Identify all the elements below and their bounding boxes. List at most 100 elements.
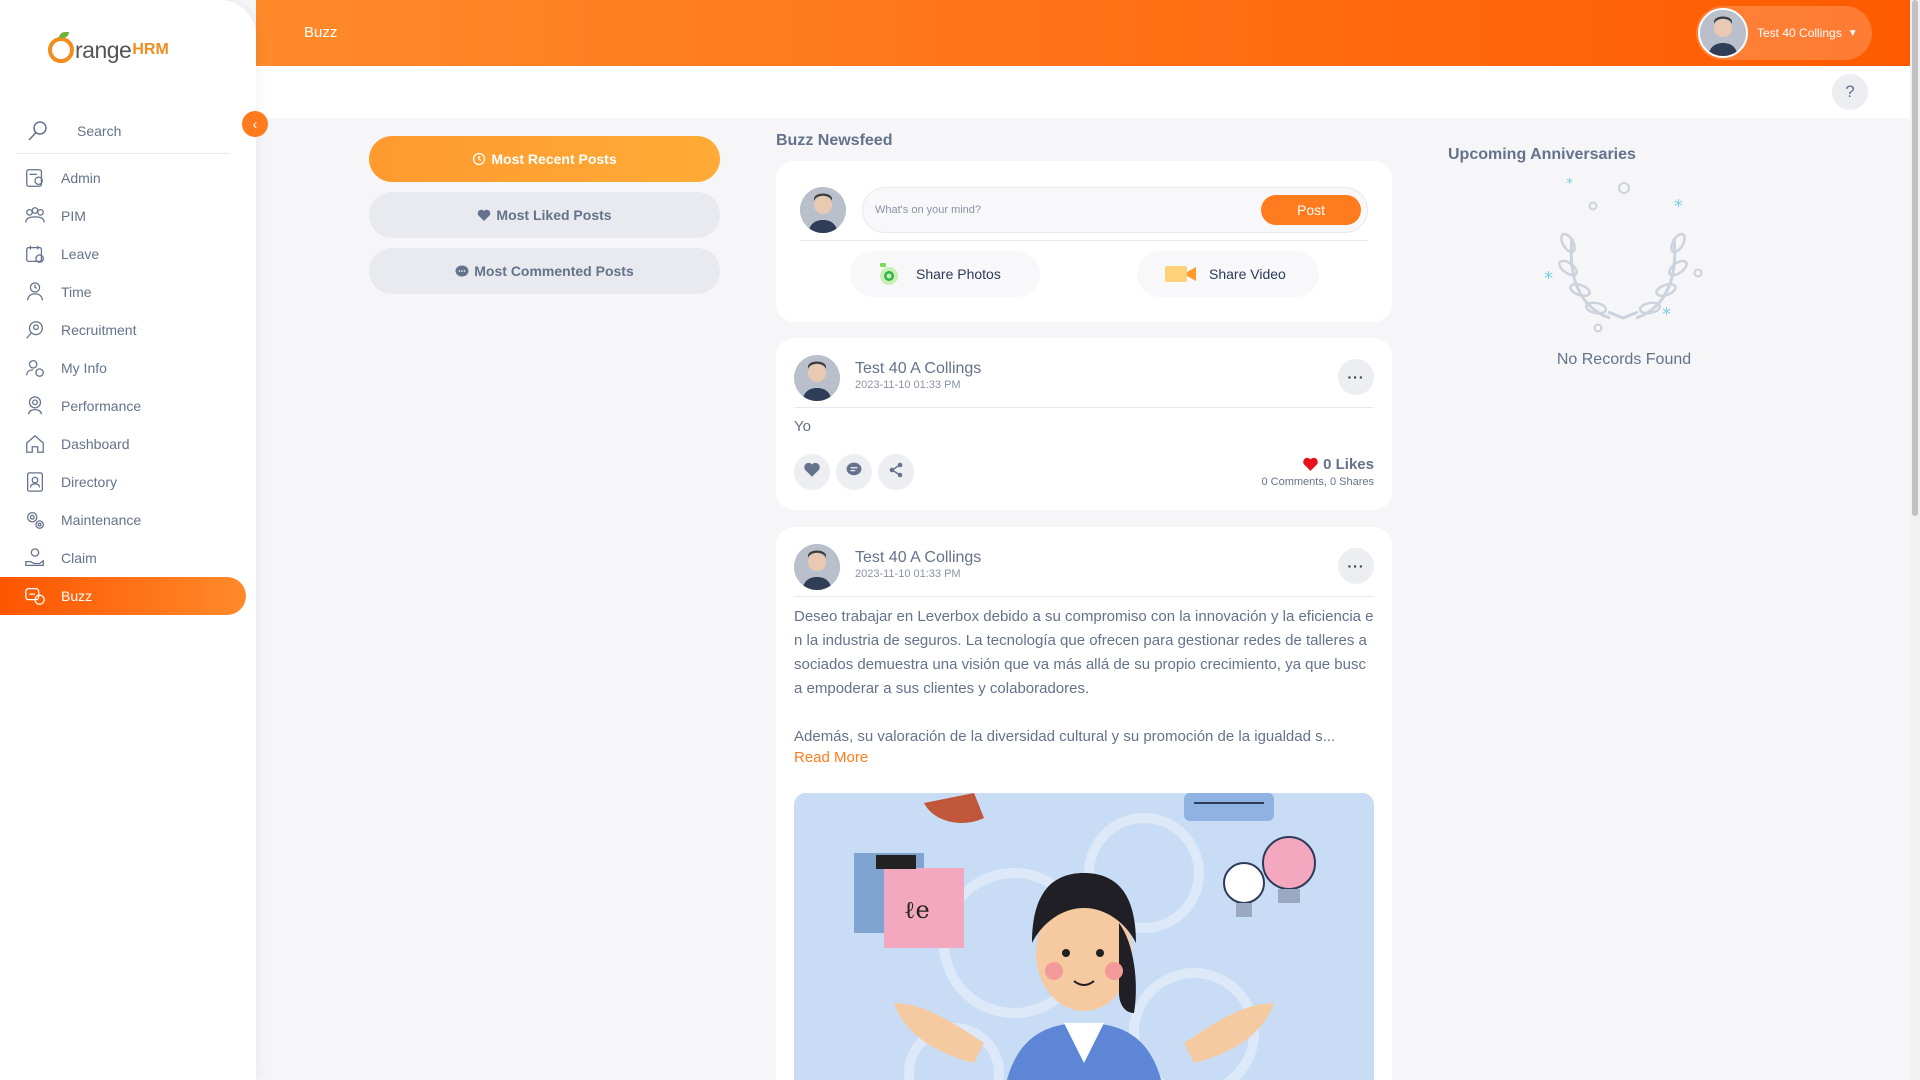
post-stats: 0 Likes 0 Comments, 0 Shares — [1261, 456, 1374, 488]
no-records-text: No Records Found — [1556, 351, 1692, 368]
most-recent-posts-button[interactable]: Most Recent Posts — [369, 136, 720, 182]
sidebar-item-label: PIM — [61, 208, 86, 224]
post-composer: What's on your mind? Post Share Photos S… — [776, 161, 1392, 322]
video-camera-icon — [1165, 264, 1197, 284]
avatar — [800, 187, 846, 233]
scrollbar-thumb[interactable] — [1912, 0, 1918, 516]
sidebar-item-performance[interactable]: Performance — [0, 387, 256, 425]
chevron-left-icon: ‹ — [252, 116, 258, 132]
post-options-button[interactable]: ··· — [1338, 548, 1374, 584]
claim-icon — [20, 543, 50, 573]
read-more-link[interactable]: Read More — [794, 749, 868, 766]
post-input-placeholder: What's on your mind? — [875, 204, 982, 216]
logo-text: range — [75, 36, 132, 63]
most-commented-posts-button[interactable]: Most Commented Posts — [369, 248, 720, 294]
sidebar-item-my-info[interactable]: My Info — [0, 349, 256, 387]
sidebar-item-label: Recruitment — [61, 322, 137, 338]
divider — [794, 596, 1374, 597]
comment-icon — [455, 265, 469, 278]
sidebar-item-recruitment[interactable]: Recruitment — [0, 311, 256, 349]
share-video-label: Share Video — [1209, 266, 1286, 282]
pim-icon — [20, 201, 50, 231]
sidebar-search[interactable]: Search — [16, 108, 230, 154]
comments-count[interactable]: 0 Comments — [1261, 476, 1323, 488]
sidebar-item-label: Time — [61, 284, 92, 300]
sidebar-item-dashboard[interactable]: Dashboard — [0, 425, 256, 463]
post-input[interactable]: What's on your mind? Post — [862, 187, 1368, 233]
comment-button[interactable] — [836, 454, 872, 490]
user-dropdown[interactable]: Test 40 Collings ▼ — [1696, 6, 1872, 60]
most-recent-label: Most Recent Posts — [491, 151, 617, 167]
like-button[interactable] — [794, 454, 830, 490]
share-photos-button[interactable]: Share Photos — [850, 251, 1040, 297]
sidebar-item-admin[interactable]: Admin — [0, 159, 256, 197]
likes-count[interactable]: 0 Likes — [1323, 456, 1374, 473]
avatar — [1698, 8, 1748, 58]
logo-hrm-text: HRM — [132, 41, 169, 58]
svg-text:*: * — [1544, 268, 1553, 289]
caret-down-icon: ▼ — [1847, 27, 1858, 39]
post-actions — [794, 454, 914, 490]
comment-icon — [846, 462, 862, 482]
subheader-bar: ? — [256, 66, 1920, 118]
page-title: Buzz — [304, 24, 338, 41]
post-image[interactable]: ℓe — [794, 793, 1374, 1080]
dashboard-icon — [20, 429, 50, 459]
sidebar-item-label: Maintenance — [61, 512, 142, 528]
post-button[interactable]: Post — [1261, 195, 1361, 225]
sidebar-item-label: Claim — [61, 550, 97, 566]
shares-count[interactable]: 0 Shares — [1330, 476, 1374, 488]
most-liked-posts-button[interactable]: Most Liked Posts — [369, 192, 720, 238]
leave-icon — [20, 239, 50, 269]
post-date: 2023-11-10 01:33 PM — [855, 379, 961, 391]
recruitment-icon — [20, 315, 50, 345]
help-icon: ? — [1845, 82, 1855, 101]
svg-text:*: * — [1662, 304, 1671, 325]
sidebar-item-maintenance[interactable]: Maintenance — [0, 501, 256, 539]
sidebar-item-pim[interactable]: PIM — [0, 197, 256, 235]
sidebar-item-label: Admin — [61, 170, 101, 186]
most-commented-label: Most Commented Posts — [474, 263, 634, 279]
sidebar-item-time[interactable]: Time — [0, 273, 256, 311]
sidebar-item-label: My Info — [61, 360, 107, 376]
sidebar-collapse-button[interactable]: ‹ — [242, 111, 268, 137]
my-info-icon — [20, 353, 50, 383]
sidebar-item-label: Directory — [61, 474, 118, 490]
divider — [794, 407, 1374, 408]
directory-icon — [20, 467, 50, 497]
most-liked-label: Most Liked Posts — [496, 207, 612, 223]
heart-icon — [477, 209, 491, 222]
orangehrm-logo[interactable]: range HRM — [48, 30, 169, 70]
sidebar-item-directory[interactable]: Directory — [0, 463, 256, 501]
sidebar-item-label: Dashboard — [61, 436, 130, 452]
post-card: Test 40 A Collings 2023-11-10 01:33 PM ·… — [776, 527, 1392, 1080]
post-paragraph: Además, su valoración de la diversidad c… — [794, 728, 1336, 745]
page-scrollbar[interactable] — [1910, 0, 1920, 1080]
sidebar-item-buzz[interactable]: Buzz — [0, 577, 246, 615]
share-photos-label: Share Photos — [916, 266, 1001, 282]
topbar: Buzz Test 40 Collings ▼ — [256, 0, 1920, 66]
share-video-button[interactable]: Share Video — [1137, 251, 1319, 297]
performance-icon — [20, 391, 50, 421]
sidebar-item-label: Buzz — [61, 588, 93, 604]
user-name: Test 40 Collings — [1757, 26, 1842, 40]
share-button[interactable] — [878, 454, 914, 490]
post-body: Deseo trabajar en Leverbox debido a su c… — [794, 605, 1374, 749]
sidebar-nav: Admin PIM Leave Time Recruitment My Info… — [0, 159, 256, 615]
camera-icon — [878, 261, 904, 287]
avatar — [794, 544, 840, 590]
sidebar-item-claim[interactable]: Claim — [0, 539, 256, 577]
buzz-icon — [20, 581, 50, 611]
sidebar-item-leave[interactable]: Leave — [0, 235, 256, 273]
laurel-wreath-illustration: * * * * — [1538, 176, 1708, 338]
svg-text:ℓe: ℓe — [904, 896, 930, 924]
search-label: Search — [77, 122, 122, 139]
post-options-button[interactable]: ··· — [1338, 359, 1374, 395]
post-card: Test 40 A Collings 2023-11-10 01:33 PM ·… — [776, 338, 1392, 510]
post-author: Test 40 A Collings — [855, 360, 982, 377]
svg-text:*: * — [1674, 196, 1683, 217]
logo-orange-icon — [48, 32, 74, 63]
help-button[interactable]: ? — [1832, 74, 1868, 110]
heart-filled-icon — [1302, 457, 1319, 472]
divider — [800, 240, 1368, 241]
